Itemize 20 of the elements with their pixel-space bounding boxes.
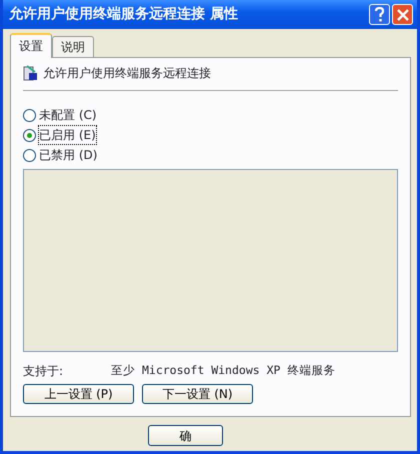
tab[interactable]: 说明 <box>52 36 94 57</box>
option-label[interactable]: 已禁用 (D) <box>39 146 98 164</box>
help-button[interactable] <box>369 4 390 25</box>
option-label[interactable]: 未配置 (C) <box>39 106 97 124</box>
supported-value: 至少 Microsoft Windows XP 终端服务 <box>111 362 336 379</box>
window-title: 允许用户使用终端服务远程连接 属性 <box>9 4 239 24</box>
radio-button[interactable] <box>23 108 36 122</box>
nav-button[interactable]: 上一设置 (P) <box>23 384 134 404</box>
supported-label: 支持于: <box>23 363 64 380</box>
close-icon <box>396 8 408 20</box>
option-label[interactable]: 已启用 (E) <box>39 126 96 144</box>
ok-button[interactable]: 确 <box>148 425 223 446</box>
radio-button[interactable] <box>23 128 36 142</box>
nav-button[interactable]: 下一设置 (N) <box>142 384 253 404</box>
radio-button[interactable] <box>23 148 36 162</box>
policy-icon <box>23 64 39 82</box>
tab[interactable]: 设置 <box>10 33 52 58</box>
help-icon <box>374 7 385 22</box>
close-button[interactable] <box>392 4 413 25</box>
setting-name: 允许用户使用终端服务远程连接 <box>43 65 211 82</box>
